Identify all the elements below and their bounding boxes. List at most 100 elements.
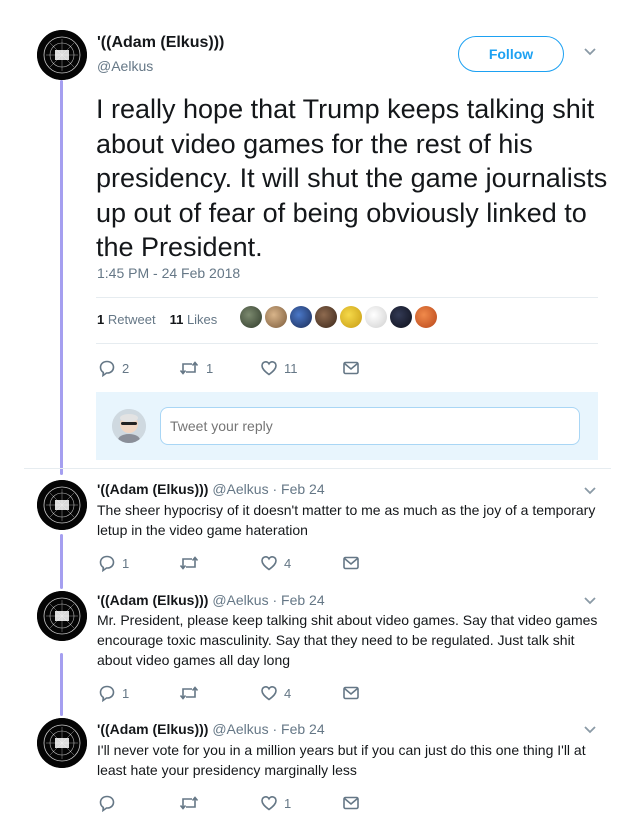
like-button[interactable]: 11 (260, 358, 342, 378)
reply-separator: · (272, 721, 278, 737)
thread-line (60, 653, 63, 716)
like-button[interactable]: 4 (260, 683, 342, 703)
liker-avatar[interactable] (240, 306, 262, 328)
retweet-icon (178, 794, 200, 812)
reply-date[interactable]: Feb 24 (281, 592, 325, 608)
chevron-down-icon[interactable] (583, 47, 597, 57)
liker-avatar[interactable] (365, 306, 387, 328)
avatar[interactable] (37, 480, 87, 530)
avatar[interactable] (37, 718, 87, 768)
reply-separator: · (272, 481, 278, 497)
reply-date[interactable]: Feb 24 (281, 481, 325, 497)
reply-author-name[interactable]: '((Adam (Elkus))) (97, 592, 208, 608)
retweet-button[interactable] (178, 553, 260, 573)
retweet-stat-label: Retweet (107, 312, 156, 327)
tweet-stats: 1 Retweet 11 Likes (97, 312, 217, 327)
retweet-stat[interactable]: 1 Retweet (97, 312, 156, 327)
reply-icon (98, 684, 116, 702)
chevron-down-icon[interactable] (583, 725, 597, 735)
tweet-actions: 2 1 11 (98, 358, 360, 378)
heart-icon (260, 794, 278, 812)
author-name[interactable]: '((Adam (Elkus))) (97, 34, 224, 52)
envelope-icon (342, 555, 360, 571)
tweet-text: I really hope that Trump keeps talking s… (96, 94, 608, 262)
liker-avatar[interactable] (290, 306, 312, 328)
author-handle[interactable]: @Aelkus (97, 58, 153, 74)
retweet-count: 1 (97, 312, 105, 327)
reply-button[interactable] (98, 793, 178, 813)
direct-message-button[interactable] (342, 553, 360, 573)
likes-stat[interactable]: 11 Likes (170, 312, 218, 327)
reply-author-handle[interactable]: @Aelkus (212, 481, 268, 497)
retweet-icon (178, 554, 200, 572)
direct-message-button[interactable] (342, 683, 360, 703)
reply-count: 1 (122, 685, 130, 701)
envelope-icon (342, 685, 360, 701)
retweet-button[interactable] (178, 683, 260, 703)
reply-actions: 1 (98, 793, 360, 813)
retweet-icon (178, 684, 200, 702)
chevron-down-icon[interactable] (583, 486, 597, 496)
reply-date[interactable]: Feb 24 (281, 721, 325, 737)
heart-icon (260, 554, 278, 572)
avatar[interactable] (37, 591, 87, 641)
reply-count: 1 (122, 555, 130, 571)
reply-button[interactable]: 1 (98, 683, 178, 703)
reply-input[interactable] (160, 407, 580, 445)
direct-message-button[interactable] (342, 793, 360, 813)
like-button[interactable]: 1 (260, 793, 342, 813)
retweet-count: 1 (206, 360, 214, 376)
reply-composer (96, 392, 598, 460)
divider (24, 468, 611, 469)
reply-author-name[interactable]: '((Adam (Elkus))) (97, 481, 208, 497)
reply-icon (98, 554, 116, 572)
like-count: 1 (284, 795, 292, 811)
liker-avatar[interactable] (390, 306, 412, 328)
liker-avatar[interactable] (315, 306, 337, 328)
reply-icon (98, 359, 116, 377)
reply-text: Mr. President, please keep talking shit … (97, 612, 598, 668)
reply-text: The sheer hypocrisy of it doesn't matter… (97, 502, 596, 538)
retweet-icon (178, 359, 200, 377)
reply-author-handle[interactable]: @Aelkus (212, 592, 268, 608)
tweet-timestamp[interactable]: 1:45 PM - 24 Feb 2018 (97, 265, 240, 281)
reply-count: 2 (122, 360, 130, 376)
reply-text: I'll never vote for you in a million yea… (97, 742, 586, 778)
thread-line (60, 534, 63, 589)
envelope-icon (342, 795, 360, 811)
liker-avatar[interactable] (265, 306, 287, 328)
reply-actions: 1 4 (98, 553, 360, 573)
reply-button[interactable]: 1 (98, 553, 178, 573)
reply-button[interactable]: 2 (98, 358, 178, 378)
reply-header: '((Adam (Elkus))) @Aelkus · Feb 24 (97, 721, 325, 737)
like-count: 4 (284, 685, 292, 701)
divider (96, 343, 598, 344)
heart-icon (260, 359, 278, 377)
reply-author-name[interactable]: '((Adam (Elkus))) (97, 721, 208, 737)
thread-line (60, 80, 63, 475)
like-count: 11 (284, 360, 298, 376)
reply-actions: 1 4 (98, 683, 360, 703)
direct-message-button[interactable] (342, 358, 360, 378)
reply-header: '((Adam (Elkus))) @Aelkus · Feb 24 (97, 592, 325, 608)
likes-stat-label: Likes (186, 312, 218, 327)
reply-header: '((Adam (Elkus))) @Aelkus · Feb 24 (97, 481, 325, 497)
like-button[interactable]: 4 (260, 553, 342, 573)
chevron-down-icon[interactable] (583, 596, 597, 606)
like-count: 4 (284, 555, 292, 571)
reply-icon (98, 794, 116, 812)
reply-author-handle[interactable]: @Aelkus (212, 721, 268, 737)
retweet-button[interactable] (178, 793, 260, 813)
avatar[interactable] (37, 30, 87, 80)
heart-icon (260, 684, 278, 702)
envelope-icon (342, 360, 360, 376)
retweet-button[interactable]: 1 (178, 358, 260, 378)
divider (96, 297, 598, 298)
follow-button[interactable]: Follow (458, 36, 564, 72)
liker-avatar[interactable] (415, 306, 437, 328)
liker-avatars (240, 306, 437, 328)
liker-avatar[interactable] (340, 306, 362, 328)
likes-count: 11 (169, 312, 184, 327)
current-user-avatar (112, 409, 146, 443)
reply-separator: · (272, 592, 278, 608)
